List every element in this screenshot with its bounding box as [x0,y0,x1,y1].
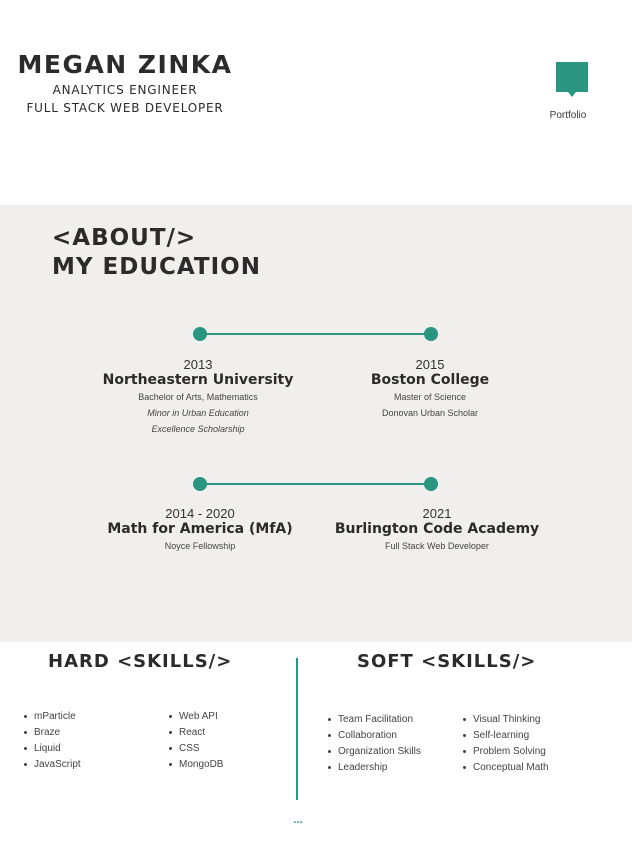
hard-skills-heading: HARD <SKILLS/> [48,651,233,672]
hard-skills-list: mParticle Braze Liquid JavaScript [24,709,81,773]
list-item: React [169,725,223,741]
job-title-developer: FULL STACK WEB DEVELOPER [26,101,224,115]
person-name: MEGAN ZINKA [17,50,233,79]
education-year: 2014 - 2020 [165,506,235,521]
timeline-row-2 [0,474,632,494]
list-item: Web API [169,709,223,725]
education-school: Northeastern University [102,372,294,388]
soft-skills-heading: SOFT <SKILLS/> [357,651,537,672]
list-item: Braze [24,725,81,741]
list-item: Team Facilitation [328,712,421,728]
education-detail: Full Stack Web Developer [385,541,489,551]
timeline-row-1 [0,324,632,344]
education-year: 2013 [183,357,213,372]
list-item: Organization Skills [328,744,421,760]
education-year: 2015 [415,357,445,372]
list-item: CSS [169,741,223,757]
education-entry: 2013 Northeastern University Bachelor of… [98,357,298,437]
education-detail: Noyce Fellowship [164,541,236,551]
bookmark-icon [556,62,588,97]
header: MEGAN ZINKA ANALYTICS ENGINEER FULL STAC… [0,0,632,205]
education-detail: Excellence Scholarship [151,424,245,434]
more-indicator[interactable]: ... [288,814,308,826]
list-item: Conceptual Math [463,760,549,776]
education-entry: 2021 Burlington Code Academy Full Stack … [326,506,548,554]
portfolio-label: Portfolio [549,110,587,121]
list-item: Problem Solving [463,744,549,760]
list-item: mParticle [24,709,81,725]
education-school: Burlington Code Academy [334,521,540,537]
education-detail: Minor in Urban Education [147,408,249,418]
timeline-line [200,483,431,485]
portfolio-link[interactable]: Portfolio [540,62,596,124]
hard-skills-list: Web API React CSS MongoDB [169,709,223,773]
soft-skills-list: Team Facilitation Collaboration Organiza… [328,712,421,776]
education-detail: Master of Science [393,392,467,402]
education-school: Boston College [370,372,490,388]
soft-skills-list: Visual Thinking Self-learning Problem So… [463,712,549,776]
timeline-dot [424,477,438,491]
education-entry: 2014 - 2020 Math for America (MfA) Noyce… [100,506,300,554]
skills-section: HARD <SKILLS/> SOFT <SKILLS/> mParticle … [0,642,632,841]
list-item: Collaboration [328,728,421,744]
list-item: JavaScript [24,757,81,773]
timeline-dot [193,327,207,341]
about-heading: <ABOUT/> [52,225,197,251]
list-item: Visual Thinking [463,712,549,728]
list-item: MongoDB [169,757,223,773]
education-entry: 2015 Boston College Master of Science Do… [340,357,520,421]
education-section: <ABOUT/> MY EDUCATION 2013 Northeastern … [0,205,632,642]
job-title-analytics: ANALYTICS ENGINEER [52,83,198,97]
education-school: Math for America (MfA) [107,521,293,537]
list-item: Leadership [328,760,421,776]
education-detail: Donovan Urban Scholar [381,408,479,418]
education-year: 2021 [422,506,452,521]
timeline-line [200,333,431,335]
list-item: Self-learning [463,728,549,744]
timeline-dot [193,477,207,491]
skills-divider [296,658,298,800]
education-heading: MY EDUCATION [52,254,261,280]
education-detail: Bachelor of Arts, Mathematics [138,392,258,402]
timeline-dot [424,327,438,341]
list-item: Liquid [24,741,81,757]
